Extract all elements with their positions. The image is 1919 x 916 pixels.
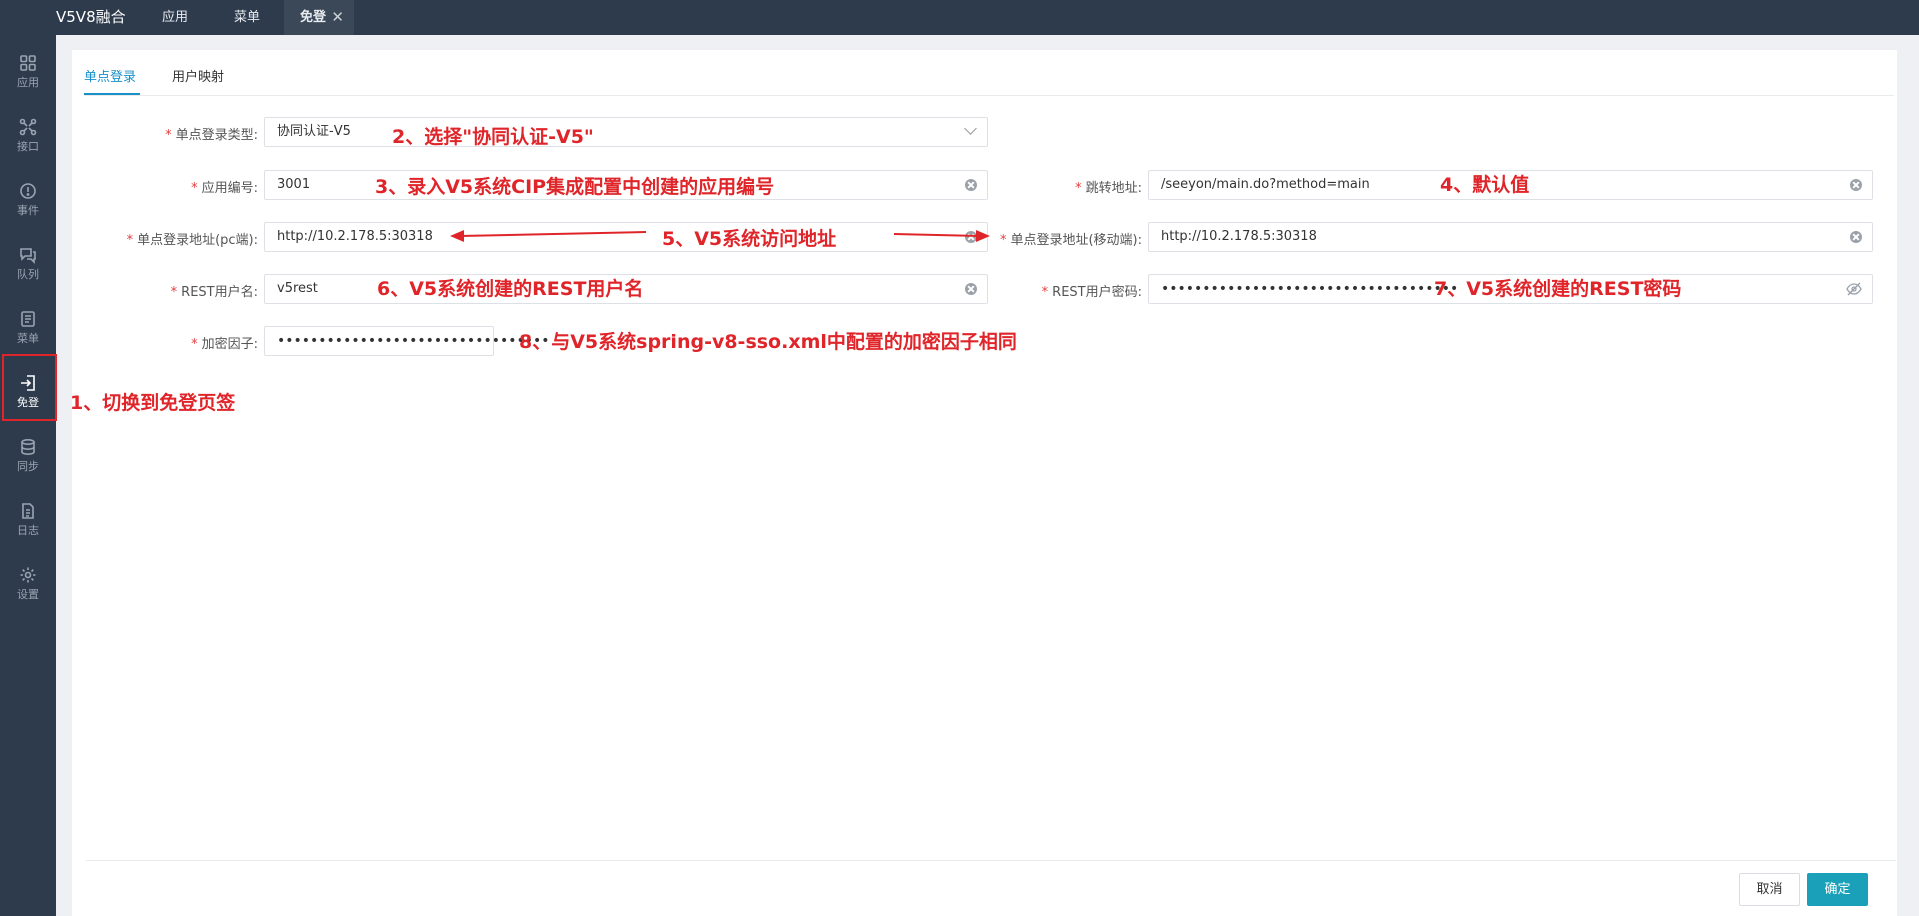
tab-sso[interactable]: 单点登录 [84,66,136,85]
sidebar-item-label: 事件 [17,204,39,217]
sidebar-item-label: 菜单 [17,332,39,345]
sidebar: 应用 接口 事件 队列 菜单 免登 同步 日志 设置 [0,35,56,916]
database-icon [21,438,35,456]
sidebar-item-label: 应用 [17,76,39,89]
annotation-1: 1、切换到免登页签 [70,392,236,414]
sidebar-item-label: 日志 [17,524,39,537]
rest-password-label: * REST用户密码: [1041,285,1142,300]
top-tab-sso[interactable]: 免登 ✕ [284,0,354,35]
sidebar-item-settings[interactable]: 设置 [0,555,56,613]
arrows-overlay [450,230,990,242]
encrypt-factor-label: * 加密因子: [191,337,258,352]
arrow-left [450,230,647,242]
top-tab-apps[interactable]: 应用 [140,0,210,35]
close-icon[interactable]: ✕ [331,0,344,35]
annotation-6: 6、V5系统创建的REST用户名 [377,278,644,300]
tab-user-mapping[interactable]: 用户映射 [172,66,224,85]
menu-doc-icon [21,311,35,327]
redirect-url-label: * 跳转地址: [1075,181,1142,196]
tabs-divider [84,95,1894,96]
top-bar: V5V8融合 应用 菜单 免登 ✕ [0,0,1919,35]
gear-icon [20,567,36,583]
sidebar-item-label: 队列 [17,268,39,281]
sidebar-item-apps[interactable]: 应用 [0,43,56,101]
sidebar-item-label: 设置 [17,588,39,601]
sso-mobile-url-input[interactable]: http://10.2.178.5:30318 [1148,222,1873,252]
queue-icon [20,248,36,264]
sidebar-item-sync[interactable]: 同步 [0,427,56,485]
annotation-3: 3、录入V5系统CIP集成配置中创建的应用编号 [375,176,775,198]
interface-icon [19,118,37,136]
log-icon [22,503,34,519]
annotation-4: 4、默认值 [1440,174,1530,196]
clear-icon[interactable] [965,179,977,191]
top-tab-menu[interactable]: 菜单 [212,0,282,35]
encrypt-factor-value: ••••••••••••••••••••••••••••••••• [277,333,550,349]
sidebar-item-interface[interactable]: 接口 [0,107,56,165]
rest-user-label: * REST用户名: [170,285,258,300]
app-title: V5V8融合 [56,8,126,26]
highlight-box [2,354,57,421]
annotation-7: 7、V5系统创建的REST密码 [1434,278,1682,300]
annotation-2: 2、选择"协同认证-V5" [392,126,594,148]
footer-divider [86,860,1896,861]
rest-user-value: v5rest [277,281,318,296]
sidebar-item-label: 同步 [17,460,39,473]
app-code-value: 3001 [277,177,311,192]
top-tab-sso-label: 免登 [300,10,327,25]
sidebar-item-events[interactable]: 事件 [0,171,56,229]
sidebar-item-logs[interactable]: 日志 [0,491,56,549]
chevron-down-icon [964,122,977,135]
eye-off-icon[interactable] [1846,282,1862,296]
clear-icon[interactable] [1850,231,1862,243]
clear-icon[interactable] [1850,179,1862,191]
cancel-button[interactable]: 取消 [1739,873,1800,906]
sso-type-select[interactable]: 协同认证-V5 [264,117,988,147]
sso-mobile-url-value: http://10.2.178.5:30318 [1161,229,1317,244]
alert-icon [20,183,36,199]
sidebar-item-label: 接口 [17,140,39,153]
encrypt-factor-input[interactable]: ••••••••••••••••••••••••••••••••• [264,326,550,356]
redirect-url-value: /seeyon/main.do?method=main [1161,177,1370,192]
sidebar-item-menu[interactable]: 菜单 [0,299,56,357]
sso-mobile-url-label: * 单点登录地址(移动端): [999,233,1142,248]
app-code-label: * 应用编号: [191,181,258,196]
sso-pc-url-value: http://10.2.178.5:30318 [277,229,433,244]
annotation-8: 8、与V5系统spring-v8-sso.xml中配置的加密因子相同 [519,331,1017,353]
rest-password-value: •••••••••••••••••••••••••••••••••••• [1161,281,1459,297]
grid-icon [20,55,36,71]
sso-type-label: * 单点登录类型: [165,128,258,143]
ok-button[interactable]: 确定 [1807,873,1868,906]
sso-pc-url-label: * 单点登录地址(pc端): [126,233,258,248]
clear-icon[interactable] [965,283,977,295]
arrow-right [893,230,990,242]
sidebar-item-queue[interactable]: 队列 [0,235,56,293]
sso-type-value: 协同认证-V5 [277,124,351,139]
